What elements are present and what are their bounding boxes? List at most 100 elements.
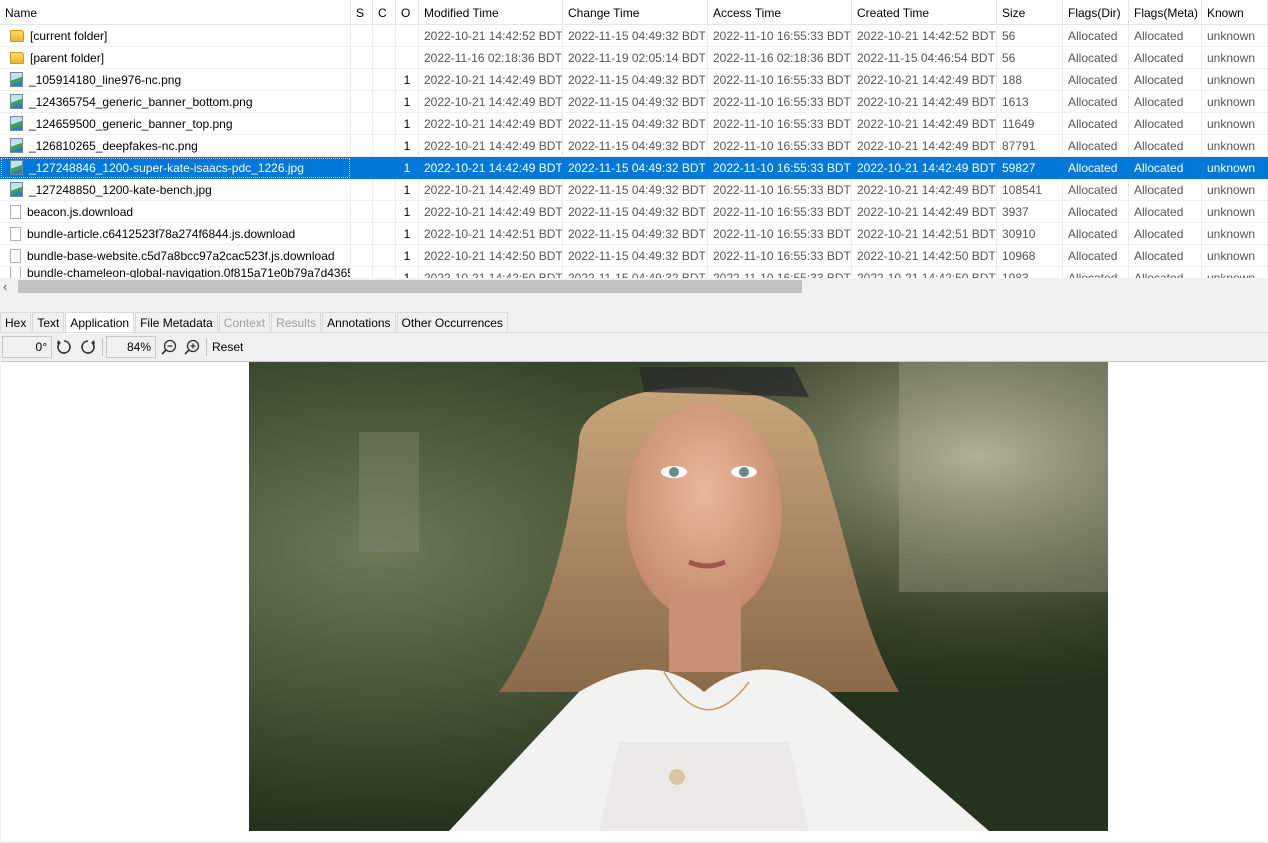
cell-size: 1613 (997, 91, 1063, 113)
cell-change-time: 2022-11-15 04:49:32 BDT (563, 113, 708, 135)
table-row[interactable]: _124365754_generic_banner_bottom.png 1 202… (0, 91, 1268, 113)
cell-known: unknown (1202, 267, 1268, 278)
table-row[interactable]: _127248850_1200-kate-bench.jpg 1 2022-10-2… (0, 179, 1268, 201)
folder-icon (10, 29, 24, 42)
cell-modified-time: 2022-10-21 14:42:52 BDT (419, 25, 563, 47)
zoom-in-button[interactable] (182, 337, 202, 357)
table-row[interactable]: [parent folder] 2022-11-16 02:18:36 BDT 20… (0, 47, 1268, 69)
rotate-right-button[interactable] (78, 337, 98, 357)
cell-size: 1983 (997, 267, 1063, 278)
file-icon (10, 248, 21, 263)
cell-c (373, 25, 396, 47)
cell-s (351, 47, 373, 69)
table-row[interactable]: _126810265_deepfakes-nc.png 1 2022-10-21 1… (0, 135, 1268, 157)
cell-name: bundle-chameleon-global-navigation.0f815… (0, 267, 351, 278)
cell-name: [parent folder] (0, 47, 351, 69)
tab-text[interactable]: Text (32, 312, 65, 333)
zoom-out-button[interactable] (159, 337, 179, 357)
cell-name: _126810265_deepfakes-nc.png (0, 135, 351, 157)
cell-flags-dir: Allocated (1063, 47, 1129, 69)
column-header-size[interactable]: Size (997, 0, 1063, 24)
cell-modified-time: 2022-10-21 14:42:50 BDT (419, 267, 563, 278)
cell-size: 11649 (997, 113, 1063, 135)
cell-access-time: 2022-11-10 16:55:33 BDT (708, 267, 852, 278)
table-row[interactable]: bundle-base-website.c5d7a8bcc97a2cac523f… (0, 245, 1268, 267)
tab-annotations[interactable]: Annotations (322, 312, 396, 333)
column-header-known[interactable]: Known (1202, 0, 1268, 24)
column-header-created-time[interactable]: Created Time (852, 0, 997, 24)
horizontal-scrollbar[interactable]: ‹ (0, 278, 1268, 295)
table-row[interactable]: bundle-article.c6412523f78a274f6844.js.d… (0, 223, 1268, 245)
column-header-modified-time[interactable]: Modified Time (419, 0, 563, 24)
cell-o (396, 25, 419, 47)
cell-access-time: 2022-11-10 16:55:33 BDT (708, 179, 852, 201)
tab-hex[interactable]: Hex (0, 312, 32, 333)
table-row[interactable]: _124659500_generic_banner_top.png 1 2022-1… (0, 113, 1268, 135)
image-file-icon (10, 116, 23, 131)
cell-access-time: 2022-11-10 16:55:33 BDT (708, 135, 852, 157)
cell-flags-meta: Allocated (1129, 223, 1202, 245)
image-file-icon (10, 138, 23, 153)
rotation-field[interactable]: 0° (2, 336, 52, 358)
cell-created-time: 2022-10-21 14:42:50 BDT (852, 267, 997, 278)
cell-change-time: 2022-11-15 04:49:32 BDT (563, 179, 708, 201)
cell-flags-meta: Allocated (1129, 201, 1202, 223)
scroll-left-arrow-icon[interactable]: ‹ (3, 279, 7, 294)
cell-known: unknown (1202, 245, 1268, 267)
table-row[interactable]: [current folder] 2022-10-21 14:42:52 BDT 2… (0, 25, 1268, 47)
file-table[interactable]: Name S C O Modified Time Change Time Acc… (0, 0, 1268, 278)
cell-o: 1 (396, 179, 419, 201)
file-name: bundle-base-website.c5d7a8bcc97a2cac523f… (27, 248, 335, 263)
tab-file-metadata[interactable]: File Metadata (135, 312, 218, 333)
zoom-field[interactable]: 84% (106, 336, 156, 358)
column-header-name[interactable]: Name (0, 0, 351, 24)
column-header-s[interactable]: S (351, 0, 373, 24)
cell-access-time: 2022-11-10 16:55:33 BDT (708, 201, 852, 223)
image-file-icon (10, 72, 23, 87)
column-header-c[interactable]: C (373, 0, 396, 24)
cell-s (351, 135, 373, 157)
cell-name: [current folder] (0, 25, 351, 47)
rotate-left-button[interactable] (54, 337, 74, 357)
cell-created-time: 2022-11-15 04:46:54 BDT (852, 47, 997, 69)
table-row[interactable]: beacon.js.download 1 2022-10-21 14:42:49 B… (0, 201, 1268, 223)
cell-change-time: 2022-11-15 04:49:32 BDT (563, 91, 708, 113)
cell-o: 1 (396, 113, 419, 135)
reset-button[interactable]: Reset (212, 337, 243, 357)
table-row-selected[interactable]: _127248846_1200-super-kate-isaacs-pdc_12… (0, 157, 1268, 179)
cell-flags-dir: Allocated (1063, 179, 1129, 201)
cell-flags-dir: Allocated (1063, 157, 1129, 179)
file-name: _124365754_generic_banner_bottom.png (29, 94, 253, 109)
cell-created-time: 2022-10-21 14:42:49 BDT (852, 179, 997, 201)
cell-modified-time: 2022-10-21 14:42:49 BDT (419, 201, 563, 223)
cell-name: beacon.js.download (0, 201, 351, 223)
scrollbar-thumb[interactable] (18, 280, 802, 293)
cell-s (351, 69, 373, 91)
cell-name: _124659500_generic_banner_top.png (0, 113, 351, 135)
zoom-in-icon (184, 339, 200, 355)
image-viewer-pane[interactable] (1, 361, 1267, 841)
table-row[interactable]: _105914180_line976-nc.png 1 2022-10-21 14:… (0, 69, 1268, 91)
folder-icon (10, 51, 24, 64)
column-header-o[interactable]: O (396, 0, 419, 24)
cell-known: unknown (1202, 91, 1268, 113)
preview-image (249, 362, 1108, 831)
image-viewer-toolbar: 0° 84% Reset (0, 334, 1268, 360)
column-header-flags-dir[interactable]: Flags(Dir) (1063, 0, 1129, 24)
tab-results: Results (271, 312, 322, 333)
cell-c (373, 223, 396, 245)
column-header-access-time[interactable]: Access Time (708, 0, 852, 24)
table-row[interactable]: bundle-chameleon-global-navigation.0f815… (0, 267, 1268, 278)
cell-created-time: 2022-10-21 14:42:51 BDT (852, 223, 997, 245)
cell-created-time: 2022-10-21 14:42:50 BDT (852, 245, 997, 267)
column-header-flags-meta[interactable]: Flags(Meta) (1129, 0, 1202, 24)
tab-other-occurrences[interactable]: Other Occurrences (396, 312, 508, 333)
cell-access-time: 2022-11-10 16:55:33 BDT (708, 25, 852, 47)
column-header-change-time[interactable]: Change Time (563, 0, 708, 24)
cell-o: 1 (396, 157, 419, 179)
cell-size: 108541 (997, 179, 1063, 201)
tab-application[interactable]: Application (65, 312, 135, 334)
cell-change-time: 2022-11-15 04:49:32 BDT (563, 223, 708, 245)
cell-size: 188 (997, 69, 1063, 91)
cell-c (373, 201, 396, 223)
